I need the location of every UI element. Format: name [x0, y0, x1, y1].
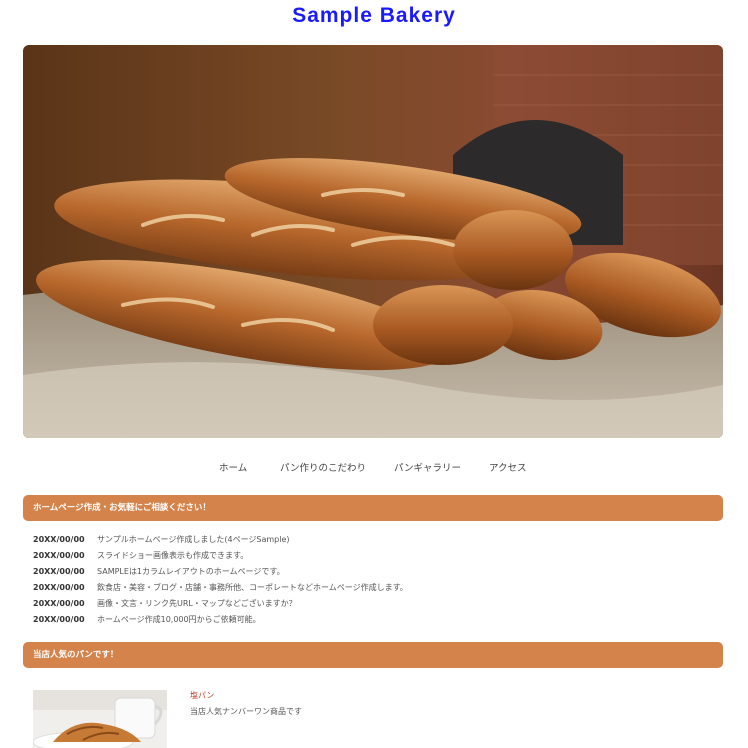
news-text: ホームページ作成10,000円からご依頼可能。 — [97, 615, 261, 624]
news-item: 20XX/00/00 スライドショー画像表示も作成できます。 — [33, 548, 713, 564]
news-date: 20XX/00/00 — [33, 615, 85, 624]
news-text: 画像・文言・リンク先URL・マップなどございますか？ — [97, 599, 297, 608]
news-item: 20XX/00/00 ホームページ作成10,000円からご依頼可能。 — [33, 612, 713, 628]
nav-home[interactable]: ホーム — [219, 460, 247, 474]
news-text: サンプルホームページ作成しました(4ページSample) — [97, 535, 290, 544]
site-title[interactable]: Sample Bakery — [0, 4, 748, 28]
product-name[interactable]: 塩パン — [190, 690, 214, 701]
news-text: SAMPLEは1カラムレイアウトのホームページです。 — [97, 567, 285, 576]
news-item: 20XX/00/00 サンプルホームページ作成しました(4ページSample) — [33, 532, 713, 548]
product-image[interactable] — [33, 690, 167, 748]
popular-heading: 当店人気のパンです！ — [23, 642, 723, 668]
news-text: 飲食店・美容・ブログ・店舗・事務所他、コーポレートなどホームページ作成します。 — [97, 583, 408, 592]
news-date: 20XX/00/00 — [33, 551, 85, 560]
news-item: 20XX/00/00 飲食店・美容・ブログ・店舗・事務所他、コーポレートなどホーム… — [33, 580, 713, 596]
news-date: 20XX/00/00 — [33, 583, 85, 592]
news-text: スライドショー画像表示も作成できます。 — [97, 551, 249, 560]
news-list: 20XX/00/00 サンプルホームページ作成しました(4ページSample) 2… — [33, 532, 713, 628]
nav-gallery[interactable]: パンギャラリー — [394, 460, 461, 474]
news-date: 20XX/00/00 — [33, 567, 85, 576]
news-date: 20XX/00/00 — [33, 535, 85, 544]
main-nav: ホーム パン作りのこだわり パンギャラリー アクセス — [0, 460, 748, 474]
news-heading: ホームページ作成・お気軽にご相談ください！ — [23, 495, 723, 521]
news-item: 20XX/00/00 SAMPLEは1カラムレイアウトのホームページです。 — [33, 564, 713, 580]
news-date: 20XX/00/00 — [33, 599, 85, 608]
news-item: 20XX/00/00 画像・文言・リンク先URL・マップなどございますか？ — [33, 596, 713, 612]
nav-access[interactable]: アクセス — [489, 460, 527, 474]
product-description: 当店人気ナンバーワン商品です — [190, 707, 302, 716]
nav-commitment[interactable]: パン作りのこだわり — [280, 460, 366, 474]
hero-image — [23, 45, 723, 438]
